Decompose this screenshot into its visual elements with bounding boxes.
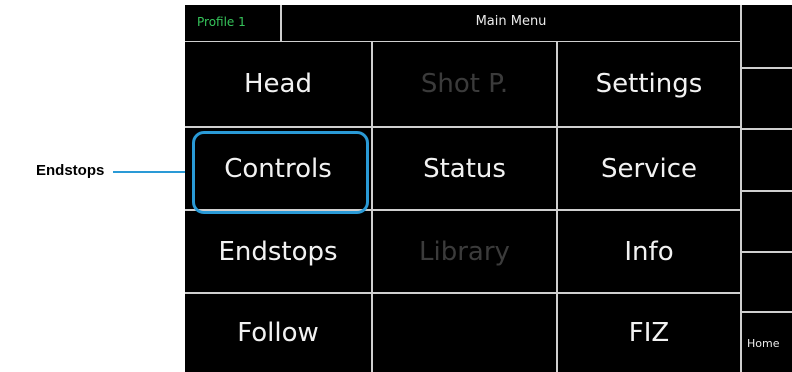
side-panel: Home — [740, 5, 792, 372]
top-bar: Profile 1 Main Menu — [185, 5, 740, 42]
divider — [742, 128, 792, 130]
device-screen: Profile 1 Main Menu Head Shot P. Setting… — [185, 5, 792, 372]
page-title: Main Menu — [475, 14, 547, 29]
menu-settings-button[interactable]: Settings — [558, 42, 740, 126]
menu-status-button[interactable]: Status — [373, 128, 556, 209]
callout-line — [113, 171, 192, 173]
menu-follow-button[interactable]: Follow — [185, 294, 371, 372]
menu-library-button: Library — [419, 236, 510, 267]
menu-info-button[interactable]: Info — [558, 211, 740, 292]
divider — [742, 251, 792, 253]
profile-indicator[interactable]: Profile 1 — [197, 15, 246, 29]
home-button[interactable]: Home — [747, 337, 779, 350]
divider — [742, 67, 792, 69]
menu-service-button[interactable]: Service — [558, 128, 740, 209]
menu-head-button[interactable]: Head — [185, 42, 371, 126]
callout-label: Endstops — [36, 162, 105, 179]
divider — [742, 311, 792, 313]
menu-fiz-button[interactable]: FIZ — [558, 294, 740, 372]
highlight-frame — [192, 131, 369, 214]
divider — [742, 190, 792, 192]
menu-empty-cell — [373, 294, 556, 372]
menu-shot-p-button: Shot P. — [420, 69, 509, 99]
menu-endstops-button[interactable]: Endstops — [185, 211, 371, 292]
